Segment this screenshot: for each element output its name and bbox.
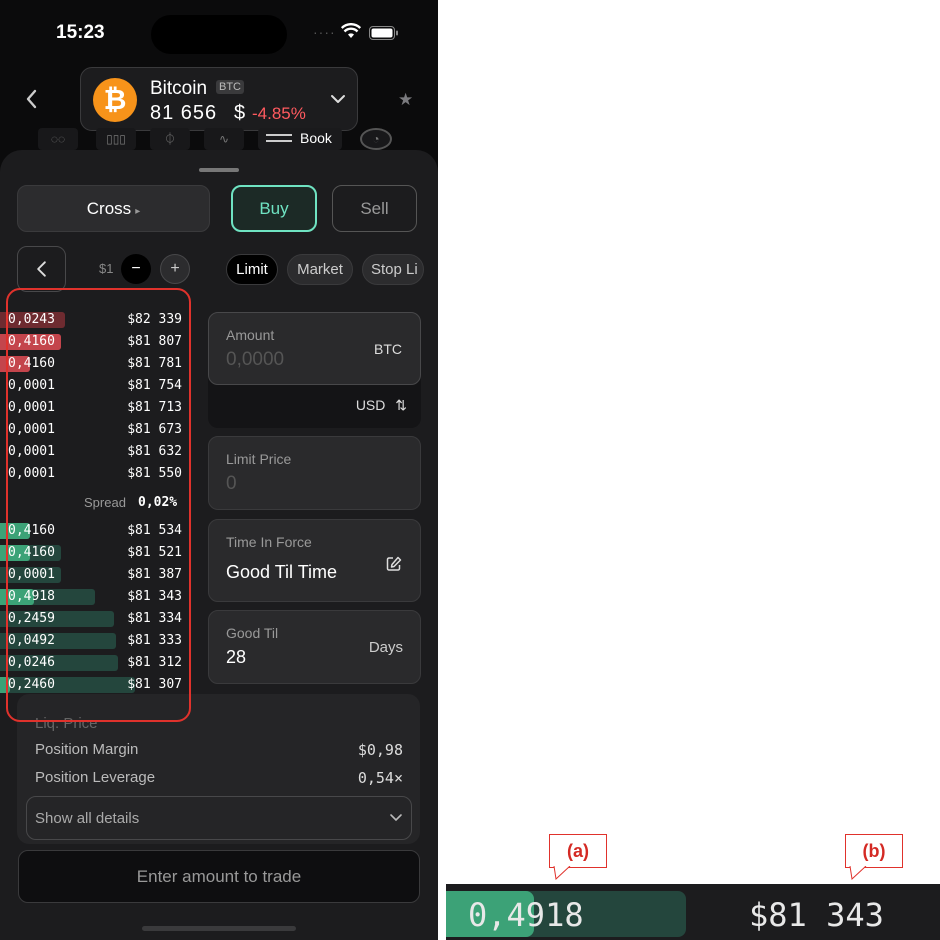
limit-price-label: Limit Price <box>226 451 292 467</box>
step-minus-button[interactable]: − <box>121 254 151 284</box>
tab-book[interactable]: Book <box>258 128 342 150</box>
battery-icon <box>369 26 398 40</box>
time-in-force-value: Good Til Time <box>226 562 338 582</box>
coin-price: 81 656 <box>150 102 218 124</box>
position-leverage-label: Position Leverage <box>35 769 156 786</box>
signal-icon: ···· <box>313 24 336 40</box>
book-icon <box>266 134 292 142</box>
callout-b: (b) <box>845 834 903 868</box>
coin-selector[interactable]: ₿ Bitcoin BTC 81 656 $ -4.85% <box>80 67 358 131</box>
price-change: -4.85% <box>252 104 306 123</box>
time-in-force-field[interactable]: Time In Force Good Til Time <box>208 519 421 602</box>
callout-a-tail <box>553 866 571 880</box>
chevron-down-icon <box>390 814 402 822</box>
caret-right-icon: ▸ <box>135 206 141 217</box>
amount-placeholder: 0,0000 <box>226 349 285 370</box>
coin-currency: $ <box>234 102 246 124</box>
bitcoin-logo-icon: ₿ <box>93 78 137 122</box>
good-til-label: Good Til <box>226 625 279 641</box>
amount-card: Amount 0,0000 BTC USD ⇅ <box>208 312 421 428</box>
edit-icon[interactable] <box>386 556 402 572</box>
order-type-limit[interactable]: Limit <box>226 254 278 285</box>
tab-overview-icon[interactable]: ◌◌ <box>38 128 78 150</box>
amount-label: Amount <box>226 327 275 343</box>
good-til-field[interactable]: Good Til 28 Days <box>208 610 421 684</box>
tab-area-chart-icon[interactable]: ∿ <box>204 128 244 150</box>
orderbook-collapse-button[interactable] <box>17 246 66 292</box>
amount-field[interactable]: Amount 0,0000 BTC <box>208 312 421 385</box>
amount-unit: BTC <box>374 341 402 357</box>
back-arrow-icon[interactable] <box>20 86 44 112</box>
coin-symbol-badge: BTC <box>216 80 244 94</box>
sell-button[interactable]: Sell <box>332 185 417 232</box>
zoomed-order-row: 0,4918 $81 343 <box>446 884 940 940</box>
tab-history-icon[interactable]: ◔ <box>360 128 392 150</box>
favorite-star-icon[interactable]: ★ <box>398 90 413 110</box>
submit-trade-button[interactable]: Enter amount to trade <box>18 850 420 903</box>
coin-name: Bitcoin <box>150 78 208 99</box>
view-tabs: ◌◌ ▯▯▯ ⏀ ∿ Book ◔ <box>38 128 400 150</box>
callout-b-tail <box>849 866 867 880</box>
chevron-down-icon <box>331 95 345 103</box>
time-in-force-label: Time In Force <box>226 534 312 550</box>
step-plus-button[interactable]: + <box>160 254 190 284</box>
tab-depth-icon[interactable]: ⏀ <box>150 128 190 150</box>
sheet-grabber[interactable] <box>199 168 239 172</box>
zoom-price: $81 343 <box>749 896 884 934</box>
buy-button[interactable]: Buy <box>231 185 317 232</box>
dynamic-island <box>151 15 287 54</box>
limit-price-placeholder: 0 <box>226 473 237 494</box>
good-til-unit: Days <box>368 639 403 656</box>
orderbook-highlight-box <box>6 288 191 722</box>
currency-toggle[interactable]: USD ⇅ <box>356 397 407 414</box>
position-leverage-value: 0,54× <box>357 769 403 787</box>
order-type-stop-limit[interactable]: Stop Li <box>362 254 424 285</box>
order-type-market[interactable]: Market <box>287 254 353 285</box>
margin-mode-button[interactable]: Cross ▸ <box>17 185 210 232</box>
status-time: 15:23 <box>56 22 105 43</box>
home-indicator <box>142 926 296 931</box>
position-margin-value: $0,98 <box>357 741 403 759</box>
swap-arrows-icon: ⇅ <box>395 397 407 413</box>
wifi-icon <box>341 23 361 38</box>
good-til-value: 28 <box>226 647 247 667</box>
phone-screen: 15:23 ···· ₿ Bitcoin BTC 81 656 $ -4.85%… <box>0 0 438 940</box>
price-step-label: $1 <box>99 261 114 276</box>
zoom-size: 0,4918 <box>468 896 584 934</box>
callout-a: (a) <box>549 834 607 868</box>
show-all-details-button[interactable]: Show all details <box>26 796 412 840</box>
limit-price-field[interactable]: Limit Price 0 <box>208 436 421 510</box>
tab-candles-icon[interactable]: ▯▯▯ <box>96 128 136 150</box>
position-margin-label: Position Margin <box>35 741 139 758</box>
